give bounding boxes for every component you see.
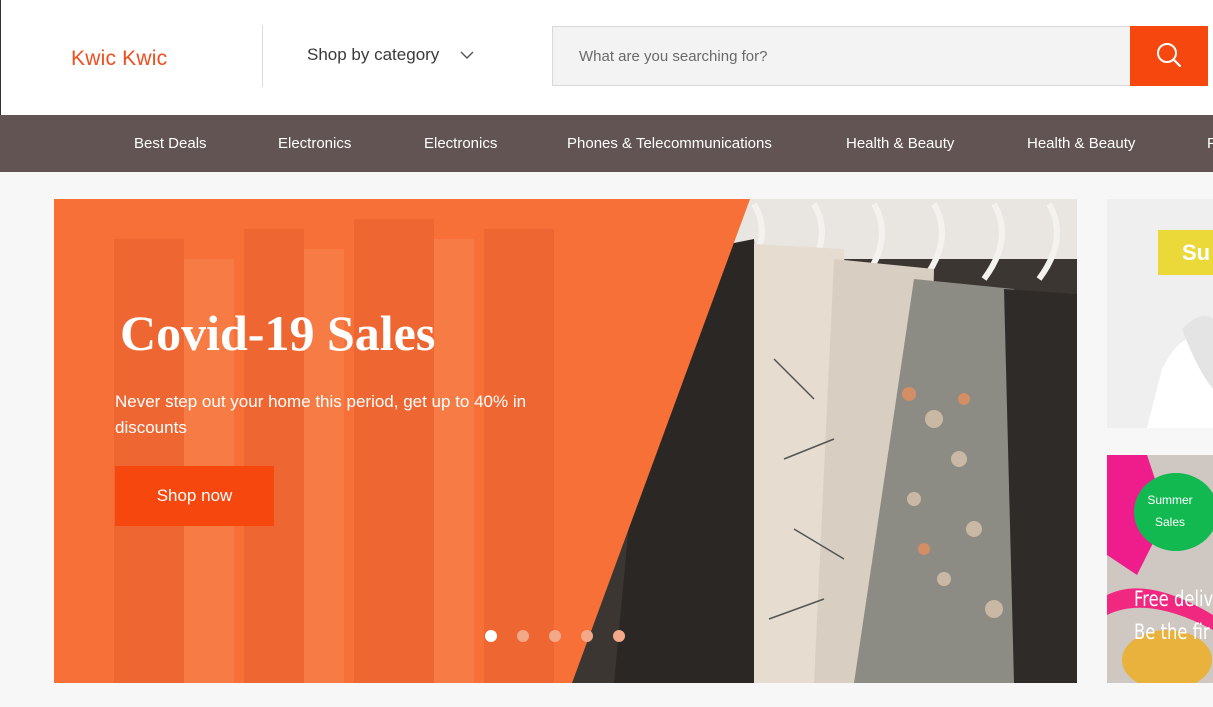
search-button[interactable] [1130,26,1208,86]
chevron-down-icon [459,47,475,63]
sales-label: Sales [1154,515,1186,529]
nav-item-best-deals[interactable]: Best Deals [134,135,207,152]
search-input[interactable] [553,27,1130,85]
hero-banner: Covid-19 Sales Never step out your home … [54,199,1077,683]
category-label: Shop by category [307,45,440,64]
category-nav: Best Deals Electronics Electronics Phone… [0,115,1213,172]
nav-item-phones-telecommunications[interactable]: Phones & Telecommunications [567,135,772,152]
carousel-dots [485,630,625,642]
header-divider [262,25,263,87]
hero-title: Covid-19 Sales [120,305,436,361]
carousel-dot[interactable] [581,630,593,642]
shop-now-button[interactable]: Shop now [115,466,274,526]
nav-item-more[interactable]: F [1207,135,1213,152]
carousel-dot[interactable] [613,630,625,642]
nav-item-health-beauty[interactable]: Health & Beauty [1027,135,1135,152]
nav-item-electronics[interactable]: Electronics [424,135,497,152]
sale-badge: Su [1158,230,1213,275]
site-header: Kwic Kwic Shop by category [0,0,1213,115]
carousel-dot[interactable] [549,630,561,642]
nav-item-health-beauty[interactable]: Health & Beauty [846,135,954,152]
promo-card-top[interactable]: Su [1107,199,1213,428]
hero-subtitle: Never step out your home this period, ge… [115,392,527,437]
summer-sales-badge: Summer Sales [1134,473,1213,551]
nav-item-electronics[interactable]: Electronics [278,135,351,152]
promo-text: Free deliv Be the fir [1134,583,1213,649]
search-icon [1155,41,1183,72]
promo-line-1: Free deliv [1134,587,1213,611]
carousel-dot[interactable] [517,630,529,642]
promo-line-2: Be the fir [1134,620,1210,644]
logo[interactable]: Kwic Kwic [71,47,167,71]
promo-card-bottom[interactable]: Summer Sales Free deliv Be the fir [1107,455,1213,683]
hero-clothes-rack-image [54,199,1077,683]
summer-label: Summer [1147,493,1193,507]
search-bar [552,26,1208,86]
carousel-dot[interactable] [485,630,497,642]
shop-by-category-dropdown[interactable]: Shop by category [307,45,475,65]
